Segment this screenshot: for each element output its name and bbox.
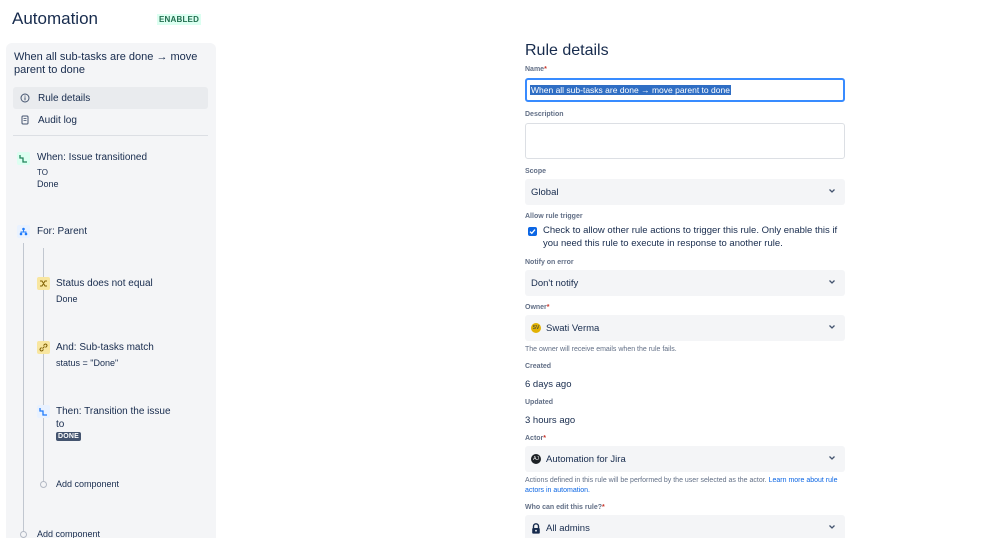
actor-select[interactable]: AJ Automation for Jira: [525, 446, 845, 472]
owner-label: Owner*: [525, 304, 550, 311]
nav-divider: [13, 135, 208, 136]
actor-helper-text: Actions defined in this rule will be per…: [525, 477, 838, 494]
chevron-down-icon: [829, 189, 835, 193]
branch-title[interactable]: For: Parent: [37, 225, 87, 238]
link-icon: [37, 341, 50, 354]
updated-value: 3 hours ago: [525, 415, 576, 426]
owner-helper-text: The owner will receive emails when the r…: [525, 346, 677, 353]
name-field[interactable]: When all sub-tasks are done → move paren…: [525, 78, 845, 102]
panel-title: Rule details: [525, 42, 609, 59]
status-badge: ENABLED: [157, 14, 202, 25]
document-icon: [20, 115, 30, 125]
status-lozenge: DONE: [56, 432, 82, 441]
condition-title[interactable]: And: Sub-tasks match: [56, 341, 154, 354]
created-value: 6 days ago: [525, 379, 572, 390]
nav-item-audit-log[interactable]: Audit log: [13, 109, 208, 131]
branch-icon: [17, 225, 30, 238]
allow-trigger-label: Allow rule trigger: [525, 213, 583, 220]
transition-icon: [37, 405, 50, 418]
checkmark-icon: [529, 229, 536, 235]
updated-label: Updated: [525, 399, 553, 406]
created-label: Created: [525, 363, 552, 370]
shuffle-icon: [37, 277, 50, 290]
trigger-to-value: Done: [37, 179, 59, 189]
lock-icon: [531, 522, 541, 534]
notify-value: Don't notify: [531, 277, 579, 289]
nav-item-label: Audit log: [38, 114, 77, 126]
actor-value: Automation for Jira: [546, 453, 626, 465]
scope-value: Global: [531, 186, 559, 198]
trigger-to-label: TO: [37, 168, 48, 177]
transition-icon: [17, 152, 30, 165]
rule-name-heading: When all sub-tasks are done → move paren…: [14, 51, 198, 76]
condition-title[interactable]: Status does not equal: [56, 277, 153, 290]
name-field-value: When all sub-tasks are done → move paren…: [530, 85, 731, 95]
add-component-dot: [40, 481, 47, 488]
chevron-down-icon: [829, 280, 835, 284]
avatar: SV: [531, 323, 541, 333]
nav-item-rule-details[interactable]: Rule details: [13, 87, 208, 109]
page-title: Automation: [12, 9, 98, 28]
allow-trigger-checkbox[interactable]: [528, 227, 537, 236]
add-component-link[interactable]: Add component: [37, 529, 100, 538]
description-field[interactable]: [525, 123, 845, 159]
flow-connector: [23, 243, 24, 538]
who-edit-select[interactable]: All admins: [525, 515, 845, 538]
owner-value: Swati Verma: [546, 322, 600, 334]
nav-item-label: Rule details: [38, 92, 91, 104]
condition-value: status = "Done": [56, 358, 119, 368]
chevron-down-icon: [829, 325, 835, 329]
who-edit-label: Who can edit this rule?*: [525, 504, 605, 511]
who-edit-value: All admins: [546, 522, 590, 534]
action-title[interactable]: Then: Transition the issue: [56, 405, 171, 418]
scope-label: Scope: [525, 168, 547, 175]
add-component-link[interactable]: Add component: [56, 479, 119, 489]
description-label: Description: [525, 111, 564, 118]
notify-select[interactable]: Don't notify: [525, 270, 845, 296]
condition-value: Done: [56, 294, 78, 304]
avatar: AJ: [531, 454, 541, 464]
add-component-dot: [20, 531, 27, 538]
trigger-title[interactable]: When: Issue transitioned: [37, 151, 147, 164]
actor-label: Actor*: [525, 435, 547, 442]
notify-label: Notify on error: [525, 259, 574, 266]
info-icon: [20, 93, 30, 103]
chevron-down-icon: [829, 525, 835, 529]
rule-sidebar: When all sub-tasks are done → move paren…: [6, 43, 216, 538]
action-title-continued: to: [56, 419, 65, 430]
chevron-down-icon: [829, 456, 835, 460]
owner-select[interactable]: SV Swati Verma: [525, 315, 845, 341]
scope-select[interactable]: Global: [525, 179, 845, 205]
name-label: Name*: [525, 66, 547, 73]
allow-trigger-text: Check to allow other rule actions to tri…: [543, 225, 838, 249]
